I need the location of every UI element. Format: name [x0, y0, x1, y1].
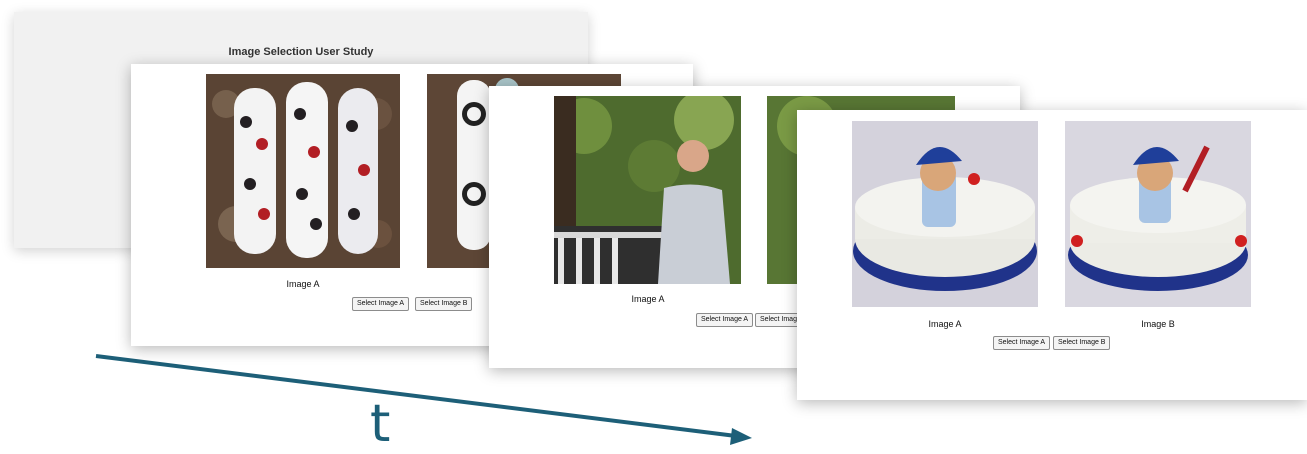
select-image-a-button[interactable]: Select Image A	[696, 313, 754, 327]
image-b[interactable]	[1065, 121, 1251, 307]
panda-skateboards-photo	[206, 74, 400, 268]
baseball-cake-photo	[1065, 121, 1251, 307]
time-axis-label: t	[370, 394, 391, 454]
select-image-a-button[interactable]: Select Image A	[993, 336, 1051, 350]
baseball-cake-photo	[852, 121, 1038, 307]
image-a[interactable]	[206, 74, 400, 268]
image-b-label: Image B	[1141, 319, 1175, 329]
select-image-a-button[interactable]: Select Image A	[352, 297, 410, 311]
image-a[interactable]	[852, 121, 1038, 307]
study-screen-4: Image A Image B Select Image A Select Im…	[797, 110, 1307, 400]
image-a[interactable]	[554, 96, 741, 284]
image-a-label: Image A	[286, 279, 320, 289]
study-title: Image Selection User Study	[228, 46, 374, 58]
select-image-b-button[interactable]: Select Image B	[415, 297, 473, 311]
man-on-balcony-photo	[554, 96, 741, 284]
image-a-label: Image A	[631, 294, 665, 304]
image-a-label: Image A	[928, 319, 962, 329]
select-image-b-button[interactable]: Select Image B	[1053, 336, 1111, 350]
